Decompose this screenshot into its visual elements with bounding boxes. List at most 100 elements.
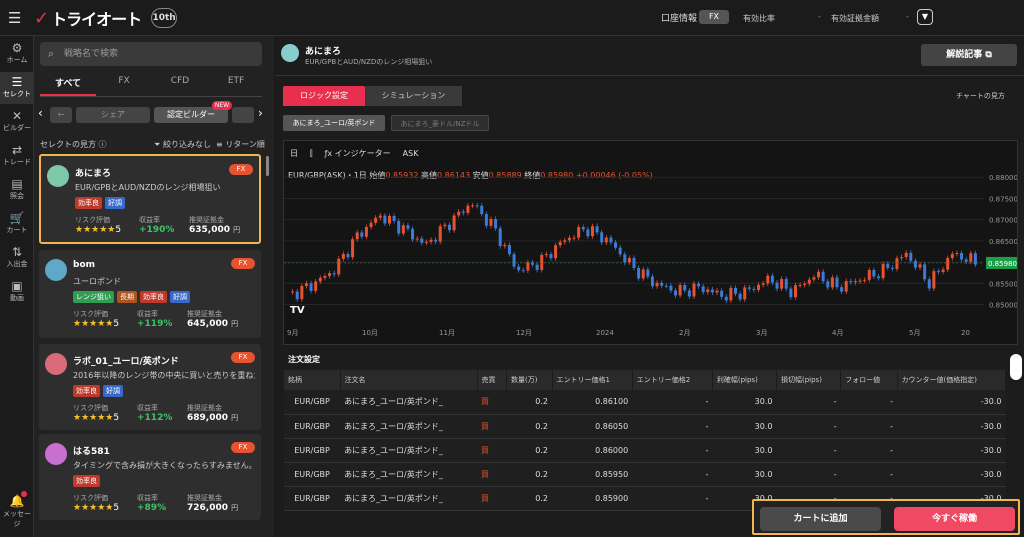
indicator-label: インジケーター [334,149,391,158]
sidebar-scrollbar[interactable] [266,156,269,176]
candle [655,282,659,287]
table-row[interactable]: EUR/GBP あにまろ_ユーロ/英ポンド_ 買 0.2 0.86100-30.0- - -… [284,390,1006,415]
chevron-down-icon[interactable]: ▼ [917,9,933,25]
candle [521,270,525,272]
tab-fx[interactable]: FX [96,76,152,96]
candle [881,263,885,279]
interval-button[interactable]: 日 [290,148,298,159]
account-type-pill[interactable]: FX [699,10,729,24]
brand-logo[interactable]: ✓ トライオート 10th [34,8,178,29]
table-cell: -30.0 [897,390,1006,415]
market-badge: FX [231,258,255,269]
hamburger-icon[interactable]: ☰ [8,10,24,26]
nav-item-6[interactable]: ⇅ 入出金 [0,242,34,274]
strategy-chip-eurgbp[interactable]: あにまろ_ユーロ/英ポンド [283,115,385,131]
add-to-cart-button[interactable]: カートに追加 [760,507,881,531]
candle [563,240,567,242]
candle [853,281,857,283]
video-icon: ▣ [11,279,23,293]
y-tick-label: 0.88000 [989,174,1017,182]
nav-item-messages[interactable]: 🔔 メッセージ [0,494,34,528]
nav-item-2[interactable]: ✕ ビルダー [0,106,34,138]
tab-underline [40,94,96,96]
column-header: 損切幅(pips) [776,370,842,390]
tab-etf[interactable]: ETF [208,76,264,96]
table-row[interactable]: EUR/GBP あにまろ_ユーロ/英ポンド_ 買 0.2 0.86000-30.0- - -… [284,438,1006,463]
candle [627,257,631,263]
filter-label: 絞り込みなし [162,140,211,149]
candle [863,279,867,281]
margin-value: 635,000 円 [189,225,240,235]
strategy-chip-audnzd[interactable]: あにまろ_豪ドル/NZドル [391,115,489,131]
market-badge: FX [231,352,255,363]
indicator-button[interactable]: ƒx インジケーター [325,148,391,159]
table-row[interactable]: EUR/GBP あにまろ_ユーロ/英ポンド_ 買 0.2 0.85950-30.0- - -… [284,462,1006,487]
table-cell: EUR/GBP [284,486,341,511]
table-row[interactable]: EUR/GBP あにまろ_ユーロ/英ポンド_ 買 0.2 0.86050-30.0- - -… [284,414,1006,439]
explain-label: 解説記事 [946,50,983,60]
candle [835,277,839,288]
explain-article-button[interactable]: 解説記事 ⧉ [921,44,1017,66]
sort-button[interactable]: ≡ リターン順 [216,139,265,150]
tab-simulation[interactable]: シミュレーション [365,86,462,106]
strategy-card[interactable]: はる581 FX タイミングで含み損が大きくなったらすみません。よ... 効率良 リスク… [39,434,261,520]
search-input[interactable] [64,46,254,62]
strategy-card[interactable]: ラボ_01_ユーロ/英ポンド FX 2016年以降のレンジ帯の中央に買いと売りを重ね… [39,344,261,430]
table-cell: あにまろ_ユーロ/英ポンド_ [340,438,477,463]
external-link-icon: ⧉ [985,50,992,60]
filter-button[interactable]: ⏷ 絞り込みなし [154,139,211,150]
margin-value: 645,000 円 [187,319,238,329]
divider [275,75,1024,76]
tag-list: 効率良 好調 [75,197,125,209]
candlestick-chart[interactable]: 0.880000.875000.870000.865000.860000.855… [284,163,1017,344]
strategy-card[interactable]: あにまろ FX EUR/GPBとAUD/NZDのレンジ相場狙い 効率良 好調 リスク評価 ★… [39,154,261,244]
candle [332,273,336,275]
table-cell: EUR/GBP [284,414,341,439]
x-tick-label: 12月 [516,329,532,337]
nav-item-7[interactable]: ▣ 動画 [0,276,34,308]
chip-share[interactable]: シェア [76,107,150,123]
table-cell: 30.0 [712,414,777,439]
candle [314,281,318,291]
account-info-label[interactable]: 口座情報 [661,11,697,24]
margin-unit: 円 [231,414,239,422]
table-cell: -30.0 [897,438,1006,463]
candle [438,226,442,242]
gain-value: +119% [137,319,173,329]
table-cell: - [776,438,841,463]
star-icons: ★★★★★ [73,319,114,329]
nav-item-4[interactable]: ▤ 照会 [0,174,34,206]
candle [323,276,327,278]
table-cell: - [632,486,713,511]
side-button[interactable]: ASK [403,149,419,158]
nav-label: 照会 [10,192,24,200]
tag: 好調 [105,197,125,209]
strategy-card[interactable]: bom FX ユーロポンド レンジ狙い 長期 効率良 好調 リスク評価 ★★★★★5 収益率 +11… [39,250,261,338]
chip-next[interactable] [232,107,254,123]
run-now-button[interactable]: 今すぐ稼働 [894,507,1015,531]
chevron-left-icon[interactable]: ‹ [38,106,43,120]
margin-amount: 635,000 [189,225,230,235]
table-cell: 0.2 [506,390,553,415]
candle [660,282,664,286]
nav-item-1[interactable]: ☰ セレクト [0,72,34,104]
chip-prev[interactable]: ← [50,107,72,123]
candle [494,219,498,229]
select-guide[interactable]: セレクトの見方 ⓘ [40,139,107,150]
tab-logic-settings[interactable]: ロジック設定 [283,86,365,106]
search-box[interactable]: ⌕ [40,42,262,66]
risk-stars: ★★★★★5 [73,413,119,423]
table-cell: あにまろ_ユーロ/英ポンド_ [340,462,477,487]
nav-label: トレード [3,158,31,166]
candle [554,245,558,259]
candle [600,232,604,243]
chevron-right-icon[interactable]: › [258,106,263,120]
nav-item-0[interactable]: ⚙ ホーム [0,38,34,70]
tab-cfd[interactable]: CFD [152,76,208,96]
nav-item-5[interactable]: 🛒 カート [0,208,34,240]
nav-item-3[interactable]: ⇄ トレード [0,140,34,172]
candle-type-icon[interactable]: ⫿ [310,149,313,159]
tab-all[interactable]: すべて [40,76,96,96]
side-widget-icon[interactable] [1010,354,1022,380]
chart-guide-link[interactable]: チャートの見方 [956,91,1005,101]
